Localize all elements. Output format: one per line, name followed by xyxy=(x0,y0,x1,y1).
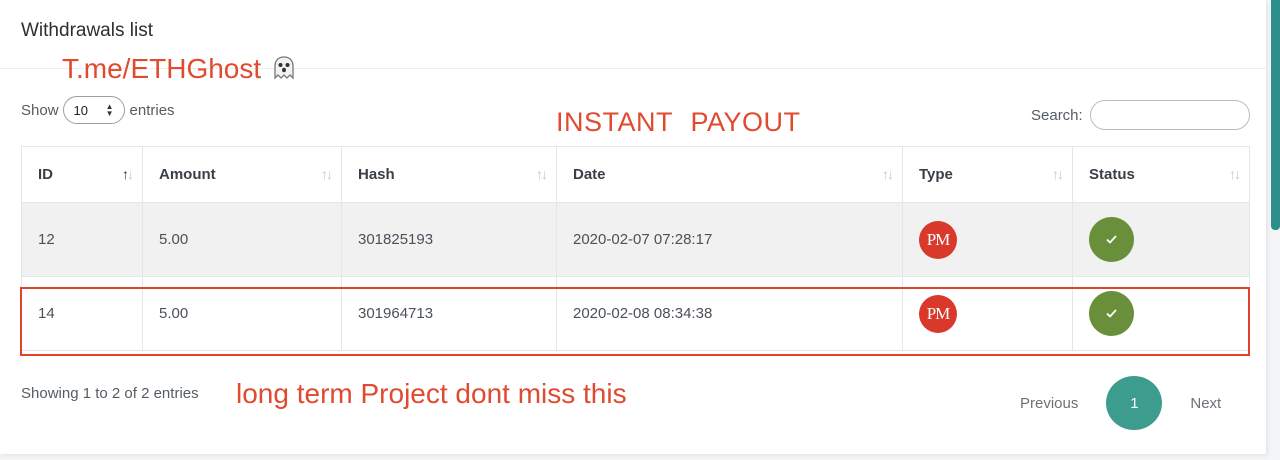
search-input[interactable] xyxy=(1089,100,1250,130)
column-header-status[interactable]: Status ↑↓ xyxy=(1072,146,1250,203)
cell-date: 2020-02-07 07:28:17 xyxy=(556,202,903,277)
column-label: Hash xyxy=(358,166,395,183)
column-header-date[interactable]: Date ↑↓ xyxy=(556,146,903,203)
table-header-row: ID ↑↓ Amount ↑↓ Hash ↑↓ Date ↑↓ Type ↑↓ Statu… xyxy=(21,146,1250,203)
column-label: ID xyxy=(38,166,53,183)
overlay-instant-payout: INSTANT PAYOUT xyxy=(556,107,801,137)
column-header-hash[interactable]: Hash ↑↓ xyxy=(341,146,557,203)
column-header-id[interactable]: ID ↑↓ xyxy=(21,146,143,203)
column-label: Amount xyxy=(159,166,216,183)
cell-type: PM xyxy=(902,202,1073,277)
column-header-type[interactable]: Type ↑↓ xyxy=(902,146,1073,203)
withdrawals-card: Withdrawals list T.me/ETHGhost INSTANT P… xyxy=(0,0,1267,454)
overlay-telegram-text: T.me/ETHGhost xyxy=(62,53,297,85)
check-icon xyxy=(1089,217,1134,262)
table-row: 14 5.00 301964713 2020-02-08 08:34:38 PM xyxy=(21,276,1250,351)
next-page-button[interactable]: Next xyxy=(1176,395,1235,412)
sort-ascending-icon: ↑↓ xyxy=(122,166,134,182)
cell-amount: 5.00 xyxy=(142,202,342,277)
scrollbar-thumb[interactable] xyxy=(1271,0,1280,230)
page-1-button[interactable]: 1 xyxy=(1106,376,1163,430)
cell-status xyxy=(1072,276,1250,351)
perfect-money-icon: PM xyxy=(919,220,957,259)
perfect-money-icon: PM xyxy=(919,294,957,333)
cell-date: 2020-02-08 08:34:38 xyxy=(556,276,903,351)
cell-id: 12 xyxy=(21,202,143,277)
ghost-icon xyxy=(274,56,294,80)
cell-hash: 301964713 xyxy=(341,276,557,351)
entries-label: entries xyxy=(129,101,175,119)
search-label: Search: xyxy=(1031,106,1083,124)
withdrawals-table: ID ↑↓ Amount ↑↓ Hash ↑↓ Date ↑↓ Type ↑↓ Statu… xyxy=(21,146,1250,351)
sort-icon: ↑↓ xyxy=(1229,166,1241,182)
search-control: Search: xyxy=(1031,99,1250,131)
check-icon xyxy=(1089,291,1134,336)
overlay-long-term-text: long term Project dont miss this xyxy=(236,378,627,409)
column-label: Status xyxy=(1089,166,1135,183)
sort-icon: ↑↓ xyxy=(882,166,894,182)
cell-id: 14 xyxy=(21,276,143,351)
sort-icon: ↑↓ xyxy=(536,166,548,182)
table-info: Showing 1 to 2 of 2 entries xyxy=(21,385,199,402)
cell-hash: 301825193 xyxy=(341,202,557,277)
sort-icon: ↑↓ xyxy=(1052,166,1064,182)
entries-select-value: 10 xyxy=(73,102,88,118)
cell-status xyxy=(1072,202,1250,277)
cell-amount: 5.00 xyxy=(142,276,342,351)
pagination: Previous 1 Next xyxy=(1006,376,1235,430)
previous-page-button[interactable]: Previous xyxy=(1006,395,1092,412)
column-header-amount[interactable]: Amount ↑↓ xyxy=(142,146,342,203)
entries-length-control: Show 10 ▲ ▼ entries xyxy=(21,95,175,125)
column-label: Date xyxy=(573,166,606,183)
sort-icon: ↑↓ xyxy=(321,166,333,182)
cell-type: PM xyxy=(902,276,1073,351)
card-title: Withdrawals list xyxy=(21,20,153,41)
show-label: Show xyxy=(21,101,59,119)
entries-select[interactable]: 10 ▲ ▼ xyxy=(62,96,125,124)
select-arrows-icon: ▲ ▼ xyxy=(105,102,114,118)
overlay-telegram-label: T.me/ETHGhost xyxy=(62,53,262,84)
column-label: Type xyxy=(919,166,953,183)
table-row: 12 5.00 301825193 2020-02-07 07:28:17 PM xyxy=(21,202,1250,277)
